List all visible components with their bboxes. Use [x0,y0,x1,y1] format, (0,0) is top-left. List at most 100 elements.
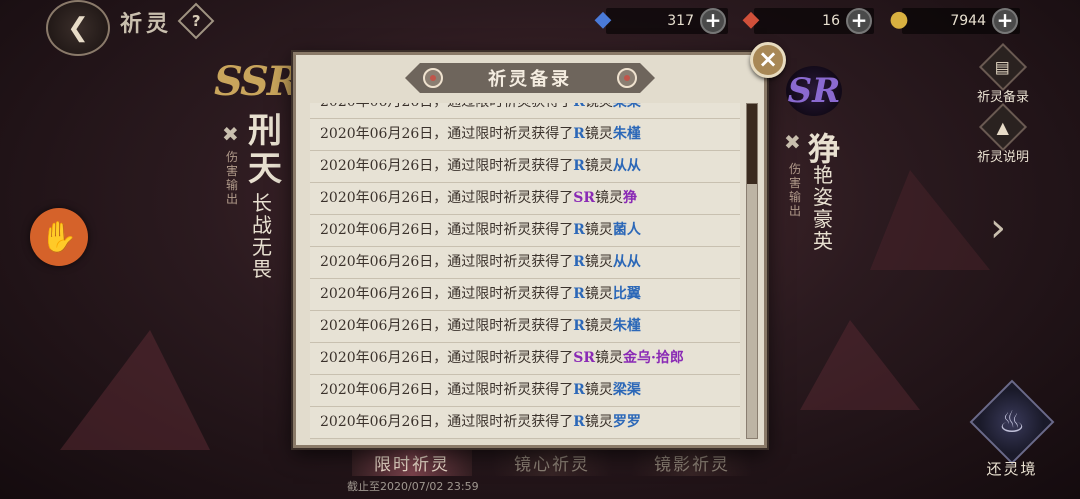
flame-emblem-icon: ♨ [969,379,1055,465]
currency-value: 7944 [950,13,986,29]
record-name: 比翼 [612,286,641,302]
record-type: 镜灵 [584,382,613,398]
blue-gem-icon: ◆ [594,6,612,32]
record-text: 通过限时祈灵获得了 [447,318,574,334]
back-arrow-icon: ❮ [67,13,89,43]
crossed-swords-icon: ✖ [222,122,239,146]
record-row: 2020年06月26日，通过限时祈灵获得了SR镜灵狰 [310,183,740,215]
record-date: 2020年06月26日， [320,158,448,174]
record-type: 镜灵 [584,222,613,238]
ornament-icon [617,68,637,88]
record-name: 罗罗 [612,414,641,430]
tab-limited-summon[interactable]: 限时祈灵 [352,448,472,476]
currency-gold-coin: ● 7944 + [889,7,1020,34]
modal-header: 祈灵备录 [296,55,764,101]
deadline-text: 截止至2020/07/02 23:59 [347,480,479,493]
record-name: 梁渠 [613,103,641,110]
record-name: 金乌·拾郎 [623,350,684,366]
back-button[interactable]: ❮ [46,0,110,56]
left-character-name: 刑天 [248,111,282,189]
record-rarity: R [573,158,585,174]
record-rarity: R [573,318,585,334]
add-red-gem-button[interactable]: + [846,8,872,34]
summon-tabs: 限时祈灵 镜心祈灵 镜影祈灵 [352,448,752,476]
add-blue-gem-button[interactable]: + [700,8,726,34]
record-row: 2020年06月26日，通过限时祈灵获得了SR镜灵金乌·拾郎 [310,343,740,375]
close-button[interactable]: × [750,42,786,78]
record-row: 2020年06月26日，通过限时祈灵获得了R镜灵从从 [310,247,740,279]
record-text: 通过限时祈灵获得了 [447,286,574,302]
record-row: 2020年06月26日，通过限时祈灵获得了R镜灵罗罗 [310,407,740,439]
currency-red-gem: ◆ 16 + [743,7,874,34]
records-menu-button[interactable]: ▤ 祈灵备录 [968,42,1038,105]
rules-menu-button[interactable]: ▲ 祈灵说明 [968,102,1038,165]
tab-mirror-shadow-summon[interactable]: 镜影祈灵 [632,448,752,476]
record-row: 2020年06月26日，通过限时祈灵获得了R镜灵梁渠 [310,103,740,119]
modal-title: 祈灵备录 [488,69,572,90]
record-date: 2020年06月26日， [320,382,448,398]
records-list[interactable]: 2020年06月26日，通过限时祈灵获得了R镜灵梁渠2020年06月26日，通过… [310,103,740,439]
record-type: 镜灵 [584,286,613,302]
modal-title-plate: 祈灵备录 [405,63,655,93]
record-type: 镜灵 [584,254,613,270]
background-shard [870,170,990,270]
return-button[interactable]: ♨ 还灵境 [962,379,1062,488]
left-character-title: 长战无畏 [252,191,272,281]
record-text: 通过限时祈灵获得了 [447,103,573,110]
record-date: 2020年06月26日， [320,286,448,302]
record-type: 镜灵 [584,126,613,142]
record-date: 2020年06月26日， [320,254,448,270]
next-arrow-icon[interactable]: › [990,205,1006,251]
scrollbar-thumb[interactable] [747,104,757,184]
record-row: 2020年06月26日，通过限时祈灵获得了R镜灵从从 [310,151,740,183]
question-icon: ? [191,11,201,30]
add-gold-coin-button[interactable]: + [992,8,1018,34]
record-rarity: R [573,382,585,398]
record-text: 通过限时祈灵获得了 [447,190,574,206]
hand-icon[interactable]: ✋ [30,208,88,266]
page-title: 祈灵 [120,11,173,37]
red-gem-icon: ◆ [742,6,760,32]
currency-value: 16 [822,13,840,29]
record-text: 通过限时祈灵获得了 [447,158,574,174]
right-character-title: 艳姿豪英 [813,163,833,253]
record-date: 2020年06月26日， [320,350,448,366]
return-label: 还灵境 [986,460,1038,478]
record-name: 朱槿 [612,318,641,334]
record-type: 镜灵 [585,103,613,110]
tab-mirror-heart-summon[interactable]: 镜心祈灵 [492,448,612,476]
record-text: 通过限时祈灵获得了 [447,414,574,430]
record-date: 2020年06月26日， [320,414,448,430]
record-type: 镜灵 [584,158,613,174]
record-rarity: SR [573,350,596,366]
left-rarity-badge: SSR [214,58,300,105]
record-rarity: R [573,126,585,142]
record-type: 镜灵 [584,414,613,430]
record-row: 2020年06月26日，通过限时祈灵获得了R镜灵菌人 [310,215,740,247]
record-date: 2020年06月26日， [320,103,447,110]
left-character-role: 伤害输出 [226,150,239,206]
record-row: 2020年06月26日，通过限时祈灵获得了R镜灵朱槿 [310,311,740,343]
scrollbar[interactable] [746,103,758,439]
record-row: 2020年06月26日，通过限时祈灵获得了R镜灵梁渠 [310,375,740,407]
gold-coin-icon: ● [889,6,909,32]
crossed-swords-icon: ✖ [784,130,801,154]
record-date: 2020年06月26日， [320,190,448,206]
record-name: 梁渠 [612,382,641,398]
record-name: 狰 [623,190,638,206]
book-icon: ▤ [978,42,1028,92]
record-date: 2020年06月26日， [320,318,448,334]
record-type: 镜灵 [595,190,624,206]
record-name: 朱槿 [612,126,641,142]
record-rarity: SR [573,190,596,206]
record-text: 通过限时祈灵获得了 [447,382,574,398]
record-text: 通过限时祈灵获得了 [447,126,574,142]
scroll-icon: ▲ [978,102,1028,152]
record-name: 从从 [612,254,641,270]
currency-blue-gem: ◆ 317 + [595,7,728,34]
record-rarity: R [573,414,585,430]
background-shard [60,330,210,450]
right-rarity-badge: SR [786,66,842,116]
record-date: 2020年06月26日， [320,222,448,238]
record-rarity: R [573,103,585,110]
